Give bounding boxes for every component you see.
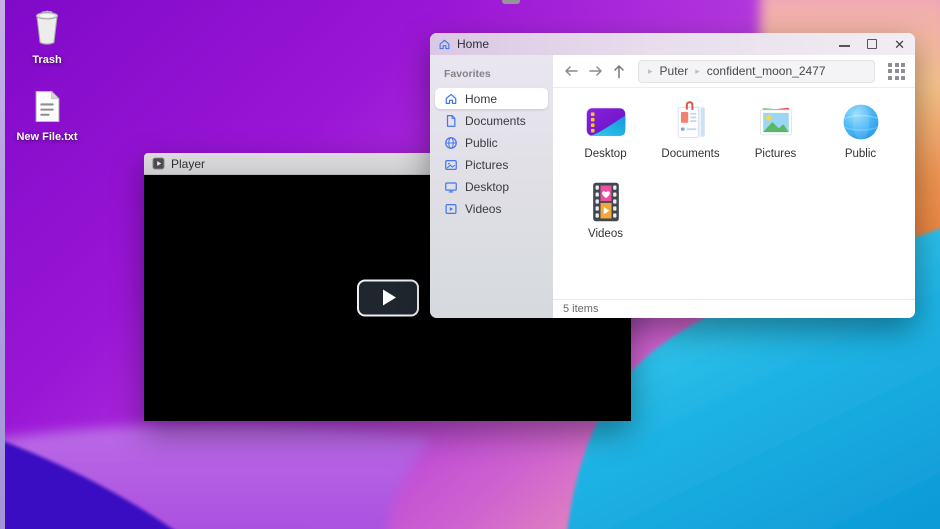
file-item-documents[interactable]: Documents [648,100,733,180]
trash-icon [31,10,63,46]
breadcrumb-root[interactable]: Puter [660,64,689,78]
file-item-label: Pictures [755,148,797,160]
up-arrow-icon [613,64,625,79]
desktop-icon-new-file[interactable]: New File.txt [14,90,80,143]
close-button[interactable]: ✕ [894,38,905,51]
file-item-desktop[interactable]: Desktop [563,100,648,180]
text-file-icon [34,90,61,123]
desktop: Trash New File.txt Player [0,0,940,529]
sidebar-item-public[interactable]: Public [435,132,548,153]
maximize-button[interactable] [867,39,877,49]
pictures-icon [444,158,458,172]
globe-icon [444,136,458,150]
file-item-label: Videos [588,228,623,240]
up-button[interactable] [613,64,625,79]
play-button[interactable] [357,279,419,316]
maximize-icon [867,39,877,49]
file-item-public[interactable]: Public [818,100,903,180]
breadcrumb-chevron-icon: ▸ [648,66,653,77]
file-item-label: Public [845,148,876,160]
public-folder-icon [838,100,884,144]
sidebar-item-label: Documents [465,114,526,128]
pictures-folder-icon [753,100,799,144]
close-icon: ✕ [894,38,905,51]
toolbar: ▸ Puter ▸ confident_moon_2477 [553,55,915,88]
sidebar-item-label: Pictures [465,158,508,172]
sidebar-header: Favorites [430,68,553,80]
taskbar-peek-handle[interactable] [502,0,520,4]
player-window-title: Player [171,157,205,171]
forward-button[interactable] [588,65,604,77]
item-count: 5 items [563,303,598,315]
breadcrumb-chevron-icon: ▸ [695,66,700,77]
desktop-folder-icon [583,100,629,144]
minimize-icon [839,45,850,47]
grid-view-icon[interactable] [888,63,905,80]
breadcrumb[interactable]: ▸ Puter ▸ confident_moon_2477 [638,60,875,83]
minimize-button[interactable] [839,41,850,47]
file-item-label: Desktop [584,148,626,160]
sidebar-item-label: Public [465,136,498,150]
back-button[interactable] [563,65,579,77]
sidebar-item-videos[interactable]: Videos [435,198,548,219]
sidebar-item-desktop[interactable]: Desktop [435,176,548,197]
videos-folder-icon [583,180,629,224]
sidebar-item-label: Home [465,92,497,106]
file-grid: Desktop [553,88,915,299]
desktop-icon-trash[interactable]: Trash [14,10,80,66]
taskbar-edge-strip [0,0,5,529]
documents-folder-icon [668,100,714,144]
breadcrumb-current[interactable]: confident_moon_2477 [707,64,826,78]
monitor-icon [444,180,458,194]
desktop-icon-label: New File.txt [14,131,80,143]
videos-icon [444,202,458,216]
sidebar-item-label: Desktop [465,180,509,194]
sidebar-item-pictures[interactable]: Pictures [435,154,548,175]
file-item-pictures[interactable]: Pictures [733,100,818,180]
file-manager-titlebar[interactable]: Home ✕ [430,33,915,55]
file-manager-window-title: Home [457,37,489,51]
document-icon [444,114,458,128]
play-icon [383,290,396,306]
home-icon [444,92,458,106]
file-manager-window: Home ✕ Favorites Home [430,33,915,318]
back-arrow-icon [563,65,579,77]
player-app-icon [152,157,165,170]
sidebar-item-documents[interactable]: Documents [435,110,548,131]
sidebar-item-home[interactable]: Home [435,88,548,109]
desktop-icon-label: Trash [14,54,80,66]
sidebar-item-label: Videos [465,202,501,216]
file-item-label: Documents [661,148,719,160]
status-bar: 5 items [553,299,915,318]
file-item-videos[interactable]: Videos [563,180,648,260]
forward-arrow-icon [588,65,604,77]
sidebar: Favorites Home Documents [430,55,553,318]
home-icon [438,38,451,51]
